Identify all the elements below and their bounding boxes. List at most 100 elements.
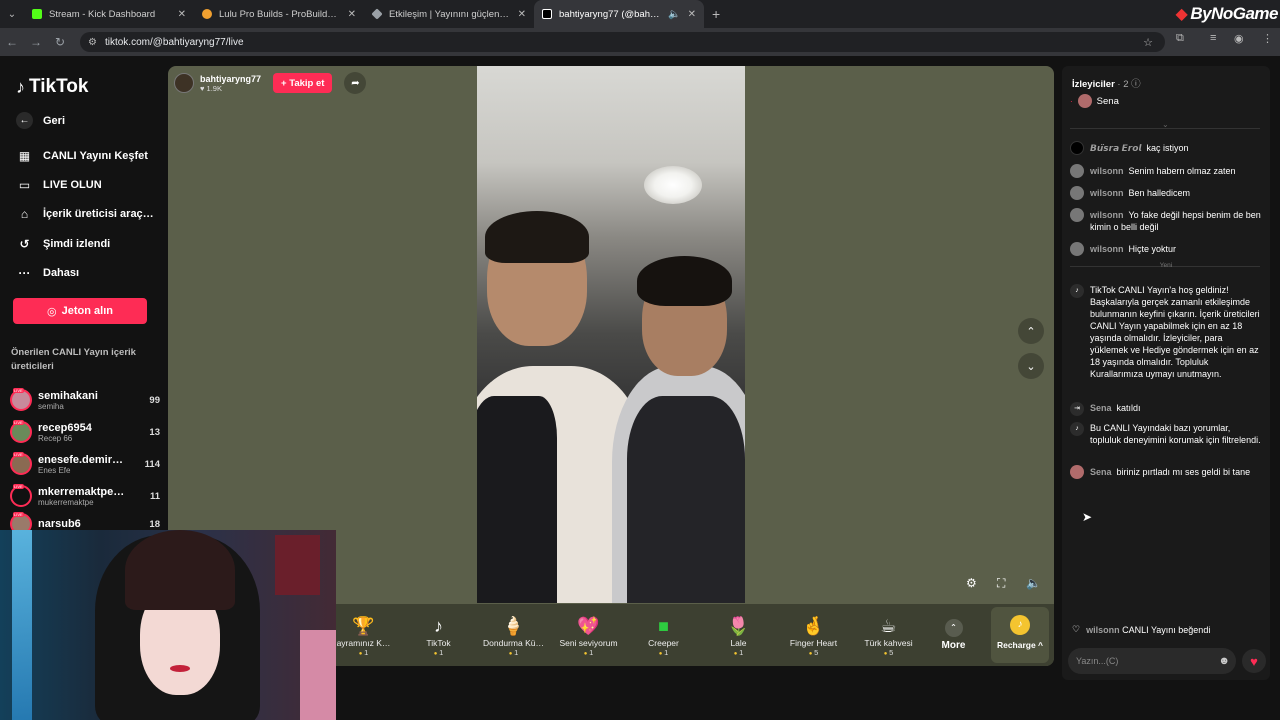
like-heart-button[interactable]: ♥ [1242, 649, 1266, 673]
chat-text: Senim habern olmaz zaten [1128, 166, 1236, 176]
gift-price: 1 [701, 648, 776, 657]
suggested-creator[interactable]: enesefe.demir…Enes Efe 114 [10, 450, 160, 478]
bullet-icon: · [1070, 96, 1073, 106]
avatar [1070, 242, 1084, 256]
host-avatar[interactable] [174, 73, 194, 93]
next-stream-icon[interactable]: ⌄ [1018, 353, 1044, 379]
suggested-creator[interactable]: mkerremaktpe…mukerremaktpe 11 [10, 482, 160, 510]
settings-gear-icon[interactable]: ⚙ [966, 576, 977, 590]
gift-item[interactable]: 🏆ayramınız K…1 [326, 614, 401, 657]
gift-name: Dondurma Kü… [483, 637, 544, 648]
chat-message: 𝘽𝙪̈𝙨𝙧𝙖 𝙀𝙧𝙤𝙡 kaç istiyon [1070, 141, 1262, 155]
recharge-button[interactable]: ♪ Recharge ^ [991, 607, 1049, 663]
gift-item[interactable]: 💖Seni seviyorum1 [551, 614, 626, 657]
viewer-item[interactable]: · Sena [1070, 94, 1119, 108]
page-scrollbar[interactable] [1272, 66, 1278, 680]
suggested-creator[interactable]: semihakanisemiha 99 [10, 386, 160, 414]
close-icon[interactable]: ✕ [688, 9, 696, 20]
close-icon[interactable]: ✕ [518, 9, 526, 20]
url-field[interactable]: ⚙ tiktok.com/@bahtiyaryng77/live ☆ [80, 32, 1165, 52]
previous-stream-icon[interactable]: ⌃ [1018, 318, 1044, 344]
back-arrow-icon[interactable]: ← [0, 35, 24, 49]
emoji-icon[interactable]: ☻ [1218, 655, 1230, 667]
site-info-icon[interactable]: ⚙ [88, 37, 97, 48]
nav-creator-tools[interactable]: ⌂ İçerik üreticisi araç… [16, 207, 154, 221]
tab-kick[interactable]: Stream - Kick Dashboard ✕ [24, 0, 194, 28]
menu-kebab-icon[interactable]: ⋮ [1262, 32, 1273, 45]
media-icon[interactable]: ≡ [1210, 32, 1216, 44]
tab-probuilds[interactable]: Lulu Pro Builds - ProBuilds.net ✕ [194, 0, 364, 28]
gift-name: TikTok [426, 637, 451, 648]
chat-username[interactable]: 𝘽𝙪̈𝙨𝙧𝙖 𝙀𝙧𝙤𝙡 [1090, 143, 1142, 153]
heart-outline-icon: ♡ [1072, 624, 1081, 634]
creator-name: enesefe.demir… [38, 453, 123, 466]
forward-arrow-icon[interactable]: → [24, 35, 48, 49]
gift-item[interactable]: ♪TikTok1 [401, 614, 476, 657]
chat-username[interactable]: wilsonn [1090, 244, 1124, 254]
like-text: CANLI Yayını beğendi [1122, 624, 1211, 635]
suggested-creator[interactable]: recep6954Recep 66 13 [10, 418, 160, 446]
gift-price: 5 [851, 648, 926, 657]
led-light [12, 530, 32, 720]
avatar [1070, 465, 1084, 479]
gift-item[interactable]: 🤞Finger Heart5 [776, 614, 851, 657]
volume-icon[interactable]: 🔈 [1026, 576, 1041, 590]
bookmark-star-icon[interactable]: ☆ [1143, 36, 1153, 49]
tab-title: bahtiyaryng77 (@bahtiyaryn [559, 8, 661, 20]
creator-sub: semiha [38, 401, 64, 411]
tiktok-logo[interactable]: ♪ TikTok [16, 76, 88, 98]
chat-username[interactable]: wilsonn [1086, 625, 1120, 635]
nav-watched[interactable]: ↺ Şimdi izlendi [16, 237, 110, 251]
chat-username[interactable]: Sena [1090, 403, 1112, 413]
bynogame-logo: ◆ ByNoGame [1176, 0, 1280, 28]
new-tab-icon[interactable]: + [712, 6, 720, 22]
person-left-jacket [477, 396, 557, 603]
speaker-icon[interactable]: 🔈 [668, 9, 680, 20]
close-icon[interactable]: ✕ [348, 9, 356, 20]
tab-tiktok-live[interactable]: bahtiyaryng77 (@bahtiyaryn 🔈 ✕ [534, 0, 704, 28]
coffee-gift-icon: ☕ [880, 615, 897, 636]
chat-username[interactable]: wilsonn [1090, 166, 1124, 176]
chat-text: Hiçte yoktur [1128, 244, 1177, 254]
get-coins-button[interactable]: ◎ Jeton alın [13, 298, 147, 324]
info-icon[interactable]: ⓘ [1131, 79, 1141, 90]
gift-item[interactable]: ■Creeper1 [626, 614, 701, 657]
tab-etkilesim[interactable]: Etkileşim | Yayınını güçlendirme ✕ [364, 0, 534, 28]
probuilds-favicon-icon [202, 9, 212, 19]
chat-username[interactable]: wilsonn [1090, 188, 1124, 198]
chevron-up-icon: ⌃ [944, 619, 963, 637]
gift-name: Lale [730, 637, 747, 648]
person-right-jacket [627, 396, 745, 603]
extensions-icon[interactable]: ⧉ [1176, 32, 1184, 45]
chat-username[interactable]: wilsonn [1090, 210, 1124, 220]
fullscreen-icon[interactable]: ⛶ [997, 576, 1005, 591]
avatar [10, 388, 32, 411]
tiktok-favicon-icon [542, 9, 552, 19]
gift-name: Finger Heart [789, 637, 838, 648]
gift-item[interactable]: 🍦Dondurma Kü…1 [476, 614, 551, 657]
gift-price: 1 [551, 648, 626, 657]
chat-text: biriniz pırtladı mı ses geldi bi tane [1116, 467, 1251, 477]
system-text: TikTok CANLI Yayın'a hoş geldiniz! Başka… [1090, 285, 1260, 379]
url-text: tiktok.com/@bahtiyaryng77/live [104, 36, 244, 48]
gift-item[interactable]: ☕Türk kahvesi5 [851, 614, 926, 657]
nav-more[interactable]: ··· Dahası [16, 266, 80, 280]
chat-username[interactable]: Sena [1090, 467, 1112, 477]
wall-poster [275, 535, 320, 595]
home-tools-icon: ⌂ [20, 207, 29, 221]
nav-go-live[interactable]: ▭ LIVE OLUN [16, 178, 102, 192]
more-gifts-button[interactable]: ⌃ More [926, 619, 981, 651]
close-icon[interactable]: ✕ [178, 9, 186, 20]
chat-input[interactable]: Yazın...(C) ☻ [1068, 648, 1236, 674]
reload-icon[interactable]: ↻ [48, 35, 72, 49]
tab-search-icon[interactable]: ⌄ [0, 0, 24, 28]
nav-explore-live[interactable]: ▦ CANLI Yayını Keşfet [16, 149, 148, 163]
gift-item[interactable]: 🌷Lale1 [701, 614, 776, 657]
tab-title: Stream - Kick Dashboard [49, 8, 156, 20]
address-bar: ← → ↻ ⚙ tiktok.com/@bahtiyaryng77/live ☆… [0, 28, 1280, 56]
profile-avatar-icon[interactable]: ◉ [1234, 32, 1244, 45]
back-link[interactable]: ← Geri [16, 112, 65, 129]
share-icon[interactable]: ➦ [344, 72, 367, 94]
follow-button[interactable]: + Takip et [273, 73, 333, 93]
host-name[interactable]: bahtiyaryng77 [200, 74, 261, 84]
